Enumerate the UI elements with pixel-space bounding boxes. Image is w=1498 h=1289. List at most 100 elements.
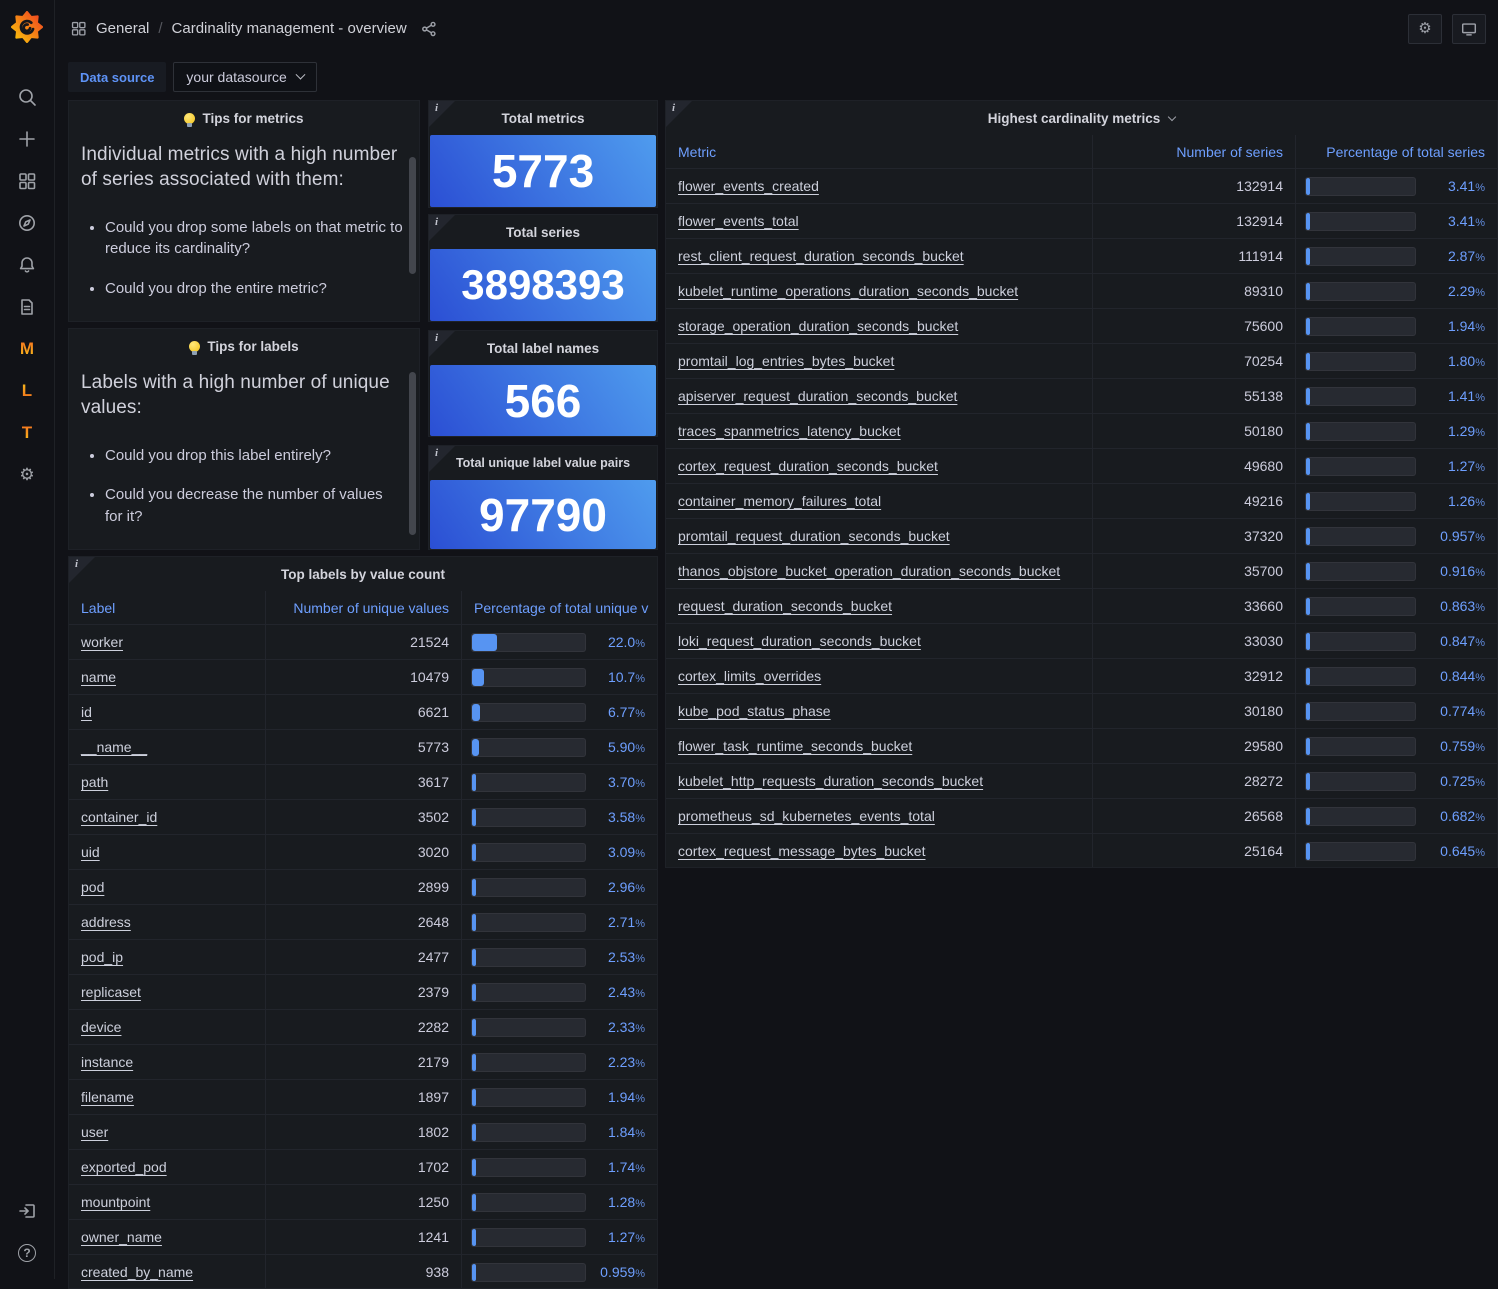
metric-link[interactable]: exported_pod: [81, 1159, 167, 1175]
column-header-label[interactable]: Label: [69, 591, 266, 624]
grafana-logo-icon[interactable]: [11, 11, 43, 43]
percentage-value: 0.957%: [1425, 528, 1485, 544]
percentage-gauge-cell: 22.0%: [462, 625, 657, 659]
metric-link[interactable]: rest_client_request_duration_seconds_buc…: [678, 248, 964, 264]
metric-link[interactable]: mountpoint: [81, 1194, 150, 1210]
info-corner-icon[interactable]: i: [429, 101, 455, 127]
metric-link[interactable]: address: [81, 914, 131, 930]
column-header-percentage[interactable]: Percentage of total series: [1296, 135, 1497, 168]
table-row: loki_request_duration_seconds_bucket 330…: [666, 624, 1497, 659]
metric-link[interactable]: instance: [81, 1054, 133, 1070]
table-row: storage_operation_duration_seconds_bucke…: [666, 309, 1497, 344]
metric-link[interactable]: id: [81, 704, 92, 720]
metric-link[interactable]: promtail_request_duration_seconds_bucket: [678, 528, 950, 544]
metric-link[interactable]: container_id: [81, 809, 157, 825]
info-corner-icon[interactable]: i: [666, 101, 692, 127]
metric-link[interactable]: owner_name: [81, 1229, 162, 1245]
metric-link[interactable]: container_memory_failures_total: [678, 493, 881, 509]
metric-link[interactable]: flower_task_runtime_seconds_bucket: [678, 738, 912, 754]
metric-link[interactable]: uid: [81, 844, 100, 860]
metric-link[interactable]: kubelet_runtime_operations_duration_seco…: [678, 283, 1018, 299]
create-plus-icon[interactable]: [17, 129, 37, 149]
metric-link[interactable]: storage_operation_duration_seconds_bucke…: [678, 318, 958, 334]
panel-header[interactable]: i Top labels by value count: [69, 557, 657, 591]
panel-header[interactable]: i Total metrics: [429, 101, 657, 135]
docs-page-icon[interactable]: [17, 297, 37, 317]
percentage-value: 0.916%: [1425, 563, 1485, 579]
metric-link[interactable]: filename: [81, 1089, 134, 1105]
datasource-select[interactable]: your datasource: [173, 62, 316, 92]
info-corner-icon[interactable]: i: [429, 331, 455, 357]
metric-link[interactable]: flower_events_created: [678, 178, 819, 194]
panel-header[interactable]: i Total label names: [429, 331, 657, 365]
metric-link[interactable]: user: [81, 1124, 108, 1140]
search-icon[interactable]: [17, 87, 37, 107]
table-body: worker 21524 22.0% name 10479 10.7% id 6…: [69, 625, 657, 1289]
metric-link[interactable]: kube_pod_status_phase: [678, 703, 831, 719]
column-header-percentage[interactable]: Percentage of total unique v: [462, 591, 657, 624]
metric-link[interactable]: __name__: [81, 739, 147, 755]
metric-link[interactable]: replicaset: [81, 984, 141, 1000]
gauge-bar-fill: [472, 1054, 476, 1071]
metric-link[interactable]: cortex_limits_overrides: [678, 668, 821, 684]
percentage-value: 1.80%: [1425, 353, 1485, 369]
table-row: rest_client_request_duration_seconds_buc…: [666, 239, 1497, 274]
percentage-value: 3.70%: [595, 774, 645, 790]
column-header-metric[interactable]: Metric: [666, 135, 1093, 168]
configuration-gear-icon[interactable]: ⚙: [17, 465, 37, 485]
column-header-number-of-unique-values[interactable]: Number of unique values: [266, 591, 462, 624]
help-icon[interactable]: ?: [17, 1243, 37, 1263]
tempo-app-icon[interactable]: T: [17, 423, 37, 443]
info-corner-icon[interactable]: i: [429, 446, 455, 472]
panel-header[interactable]: i Total unique label value pairs: [429, 446, 657, 480]
metric-link[interactable]: created_by_name: [81, 1264, 193, 1280]
dashboards-icon[interactable]: [17, 171, 37, 191]
metric-link[interactable]: kubelet_http_requests_duration_seconds_b…: [678, 773, 983, 789]
metric-link[interactable]: device: [81, 1019, 121, 1035]
share-icon[interactable]: [420, 20, 438, 38]
tips-labels-body: Labels with a high number of unique valu…: [69, 363, 419, 549]
info-corner-icon[interactable]: i: [69, 557, 95, 583]
table-row: uid 3020 3.09%: [69, 835, 657, 870]
metric-link[interactable]: loki_request_duration_seconds_bucket: [678, 633, 921, 649]
metric-link[interactable]: request_duration_seconds_bucket: [678, 598, 892, 614]
metric-link[interactable]: pod: [81, 879, 104, 895]
column-header-number-of-series[interactable]: Number of series: [1093, 135, 1296, 168]
stat-body: 97790: [430, 480, 656, 549]
metric-link[interactable]: prometheus_sd_kubernetes_events_total: [678, 808, 935, 824]
metric-link[interactable]: pod_ip: [81, 949, 123, 965]
mimir-app-icon[interactable]: M: [17, 339, 37, 359]
metric-link[interactable]: path: [81, 774, 108, 790]
gauge-bar-fill: [1306, 388, 1310, 405]
table-row: cortex_request_message_bytes_bucket 2516…: [666, 834, 1497, 868]
metric-link[interactable]: cortex_request_message_bytes_bucket: [678, 843, 925, 859]
metric-link[interactable]: cortex_request_duration_seconds_bucket: [678, 458, 938, 474]
loki-app-icon[interactable]: L: [17, 381, 37, 401]
panel-title: Tips for labels: [207, 339, 298, 354]
info-corner-icon[interactable]: i: [429, 215, 455, 241]
breadcrumb-folder[interactable]: General: [96, 20, 149, 37]
series-count-cell: 1897: [266, 1080, 462, 1114]
panel-header[interactable]: i Highest cardinality metrics: [666, 101, 1497, 135]
metric-link[interactable]: name: [81, 669, 116, 685]
sign-in-icon[interactable]: [17, 1201, 37, 1221]
scrollbar-thumb[interactable]: [409, 157, 416, 274]
metric-link[interactable]: worker: [81, 634, 123, 650]
metric-link[interactable]: thanos_objstore_bucket_operation_duratio…: [678, 563, 1060, 579]
panel-header[interactable]: i Total series: [429, 215, 657, 249]
dashboard-settings-button[interactable]: ⚙: [1408, 14, 1442, 44]
breadcrumb-separator: /: [158, 20, 162, 37]
panel-header[interactable]: Tips for metrics: [69, 101, 419, 135]
kiosk-mode-button[interactable]: [1452, 14, 1486, 44]
metric-link[interactable]: traces_spanmetrics_latency_bucket: [678, 423, 901, 439]
percentage-gauge-cell: 2.23%: [462, 1045, 657, 1079]
alerting-bell-icon[interactable]: [17, 255, 37, 275]
metric-link[interactable]: flower_events_total: [678, 213, 799, 229]
explore-compass-icon[interactable]: [17, 213, 37, 233]
percentage-value: 1.28%: [595, 1194, 645, 1210]
scrollbar-thumb[interactable]: [409, 372, 416, 535]
metric-link[interactable]: apiserver_request_duration_seconds_bucke…: [678, 388, 957, 404]
panel-header[interactable]: Tips for labels: [69, 329, 419, 363]
panel-menu-chevron-icon[interactable]: [1168, 112, 1176, 120]
metric-link[interactable]: promtail_log_entries_bytes_bucket: [678, 353, 894, 369]
